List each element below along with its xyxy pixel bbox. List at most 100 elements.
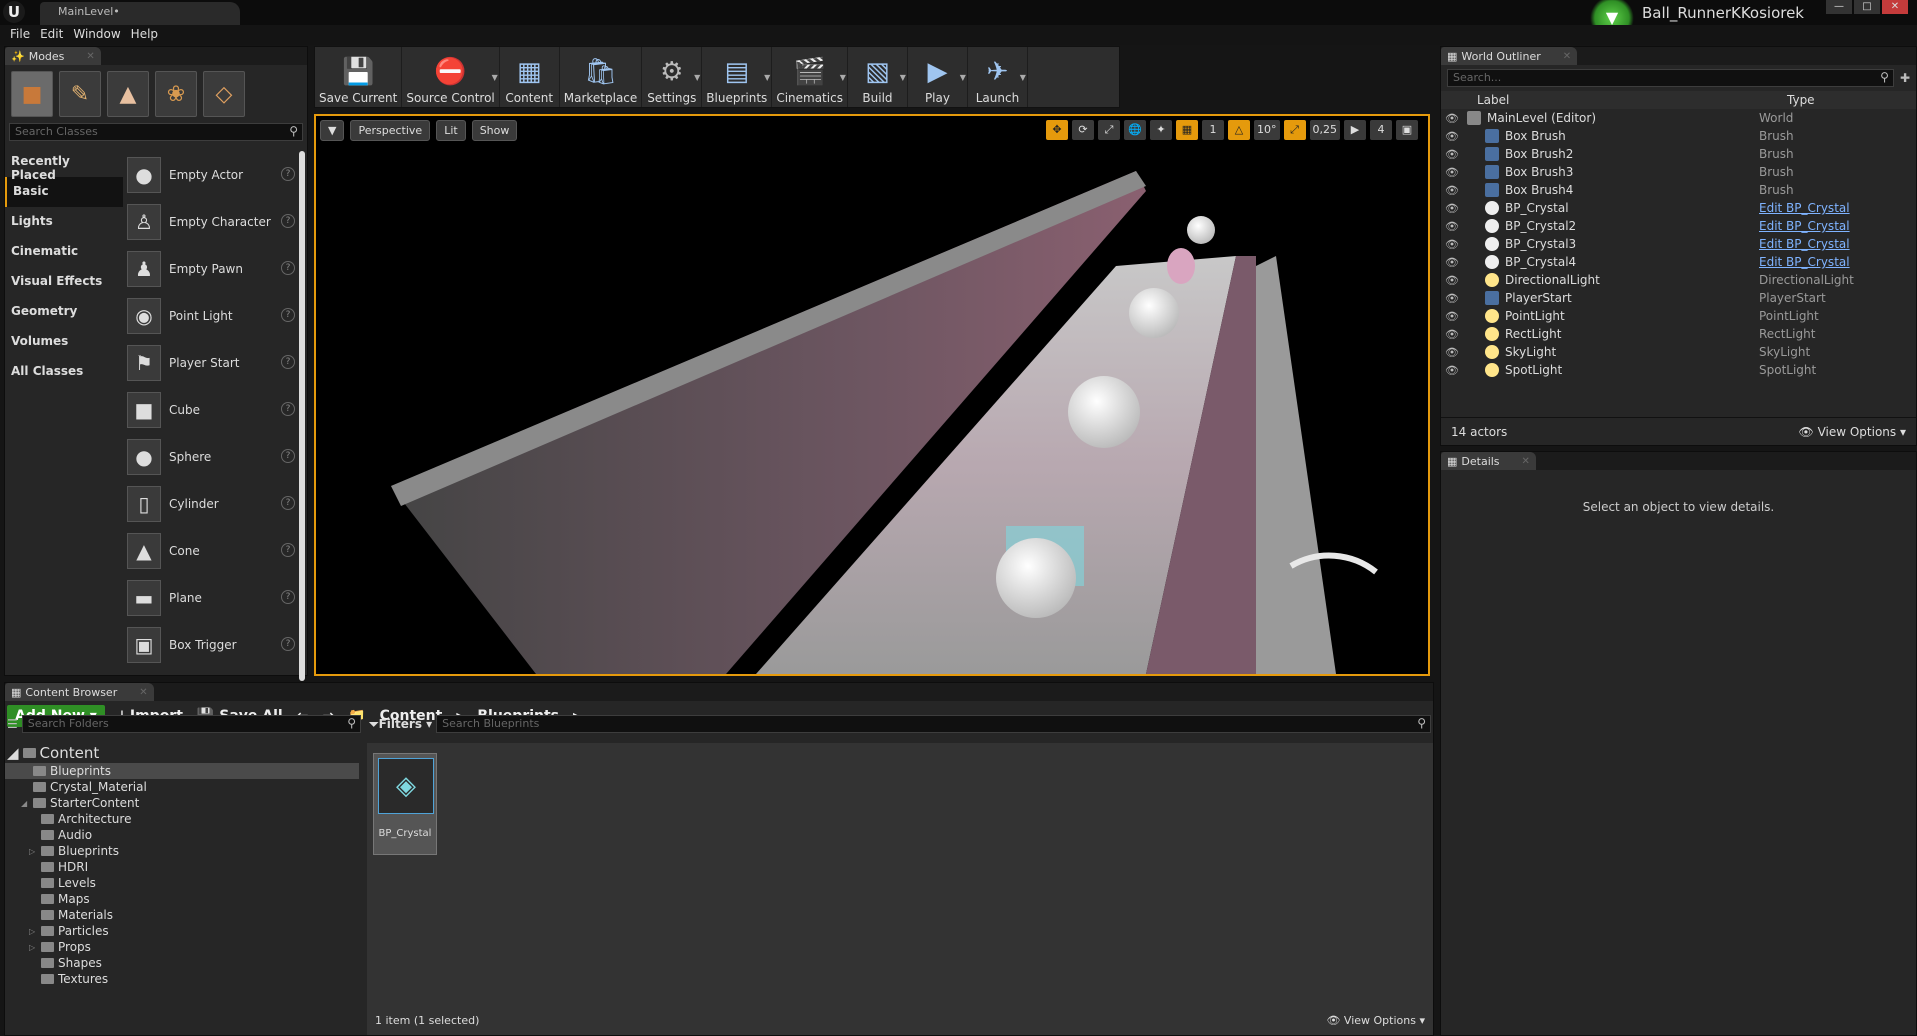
outliner-row[interactable]: 👁 SpotLight SpotLight xyxy=(1441,361,1916,379)
place-item-plane[interactable]: ▬ Plane? xyxy=(127,574,295,621)
visibility-eye-icon[interactable]: 👁 xyxy=(1441,166,1463,179)
folder-item[interactable]: Blueprints xyxy=(5,763,359,779)
visibility-eye-icon[interactable]: 👁 xyxy=(1441,184,1463,197)
outliner-row[interactable]: 👁 MainLevel (Editor) World xyxy=(1441,109,1916,127)
close-tab-icon[interactable]: ✕ xyxy=(86,51,94,62)
help-icon[interactable]: ? xyxy=(281,637,295,651)
maximize-viewport-icon[interactable]: ▣ xyxy=(1396,120,1418,140)
place-item-player-start[interactable]: ⚑ Player Start? xyxy=(127,339,295,386)
outliner-row[interactable]: 👁 BP_Crystal4 Edit BP_Crystal xyxy=(1441,253,1916,271)
visibility-eye-icon[interactable]: 👁 xyxy=(1441,220,1463,233)
outliner-search-input[interactable]: Search... ⚲ xyxy=(1447,69,1894,87)
place-item-box-trigger[interactable]: ▣ Box Trigger? xyxy=(127,621,295,668)
scale-snap-icon[interactable]: ⤢ xyxy=(1283,120,1306,140)
outliner-row[interactable]: 👁 Box Brush2 Brush xyxy=(1441,145,1916,163)
expander-icon[interactable]: ▷ xyxy=(29,927,37,936)
menu-edit[interactable]: Edit xyxy=(40,25,73,45)
category-lights[interactable]: Lights xyxy=(5,207,123,237)
visibility-eye-icon[interactable]: 👁 xyxy=(1441,112,1463,125)
crystal-ball-3[interactable] xyxy=(1129,288,1179,338)
place-item-cylinder[interactable]: ▯ Cylinder? xyxy=(127,480,295,527)
menu-window[interactable]: Window xyxy=(73,25,130,45)
content-button[interactable]: ▦ Content xyxy=(500,47,560,107)
category-geometry[interactable]: Geometry xyxy=(5,297,123,327)
visibility-eye-icon[interactable]: 👁 xyxy=(1441,292,1463,305)
build-button[interactable]: ▧ Build ▼ xyxy=(848,47,908,107)
folder-item[interactable]: Textures xyxy=(5,971,359,987)
outliner-row[interactable]: 👁 SkyLight SkyLight xyxy=(1441,343,1916,361)
place-item-cone[interactable]: ▲ Cone? xyxy=(127,527,295,574)
blueprints-button[interactable]: ▤ Blueprints ▼ xyxy=(702,47,773,107)
folder-item[interactable]: Shapes xyxy=(5,955,359,971)
chevron-down-icon[interactable]: ▼ xyxy=(960,73,966,82)
paint-mode-icon[interactable]: ✎ xyxy=(59,71,101,117)
outliner-row[interactable]: 👁 BP_Crystal Edit BP_Crystal xyxy=(1441,199,1916,217)
category-all-classes[interactable]: All Classes xyxy=(5,357,123,387)
folder-toggle-icon[interactable]: ☰ xyxy=(7,717,18,731)
settings-button[interactable]: ⚙ Settings ▼ xyxy=(642,47,703,107)
help-icon[interactable]: ? xyxy=(281,308,295,322)
close-tab-icon[interactable]: ✕ xyxy=(139,687,147,698)
camera-speed-icon[interactable]: ▶ xyxy=(1344,120,1366,140)
place-item-empty-pawn[interactable]: ♟ Empty Pawn? xyxy=(127,245,295,292)
minimize-button[interactable]: — xyxy=(1826,0,1852,14)
outliner-row[interactable]: 👁 Box Brush3 Brush xyxy=(1441,163,1916,181)
cinematics-button[interactable]: 🎬 Cinematics ▼ xyxy=(772,47,848,107)
help-icon[interactable]: ? xyxy=(281,355,295,369)
visibility-eye-icon[interactable]: 👁 xyxy=(1441,310,1463,323)
folder-item[interactable]: Crystal_Material xyxy=(5,779,359,795)
scale-tool-icon[interactable]: ⤢ xyxy=(1098,120,1120,140)
help-icon[interactable]: ? xyxy=(281,496,295,510)
help-icon[interactable]: ? xyxy=(281,590,295,604)
save-current-button[interactable]: 💾 Save Current xyxy=(315,47,403,107)
outliner-row[interactable]: 👁 Box Brush4 Brush xyxy=(1441,181,1916,199)
maximize-button[interactable]: □ xyxy=(1854,0,1880,14)
folder-item[interactable]: Materials xyxy=(5,907,359,923)
visibility-eye-icon[interactable]: 👁 xyxy=(1441,328,1463,341)
menu-file[interactable]: File xyxy=(10,25,40,45)
grid-snap-icon[interactable]: ▦ xyxy=(1176,120,1198,140)
outliner-row-type[interactable]: Edit BP_Crystal xyxy=(1759,201,1850,215)
chevron-down-icon[interactable]: ▼ xyxy=(694,73,700,82)
category-volumes[interactable]: Volumes xyxy=(5,327,123,357)
perspective-button[interactable]: Perspective xyxy=(350,119,431,141)
folder-search-input[interactable]: Search Folders ⚲ xyxy=(21,715,361,733)
landscape-mode-icon[interactable]: ▲ xyxy=(107,71,149,117)
tab-content-browser[interactable]: ▦ Content Browser ✕ xyxy=(5,683,154,701)
help-icon[interactable]: ? xyxy=(281,167,295,181)
outliner-row[interactable]: 👁 PointLight PointLight xyxy=(1441,307,1916,325)
chevron-down-icon[interactable]: ▼ xyxy=(840,73,846,82)
visibility-eye-icon[interactable]: 👁 xyxy=(1441,274,1463,287)
category-cinematic[interactable]: Cinematic xyxy=(5,237,123,267)
add-filter-icon[interactable]: ✚ xyxy=(1900,71,1910,85)
folder-item[interactable]: Levels xyxy=(5,875,359,891)
expander-icon[interactable]: ▷ xyxy=(29,847,37,856)
place-item-empty-character[interactable]: ♙ Empty Character? xyxy=(127,198,295,245)
tab-modes[interactable]: ✨ Modes ✕ xyxy=(5,47,101,65)
place-item-sphere[interactable]: ● Sphere? xyxy=(127,433,295,480)
scale-snap-value[interactable]: 0,25 xyxy=(1309,120,1340,140)
outliner-row[interactable]: 👁 DirectionalLight DirectionalLight xyxy=(1441,271,1916,289)
type-col-header[interactable]: Type xyxy=(1787,93,1815,107)
crystal-ball-1[interactable] xyxy=(996,538,1076,618)
filters-button[interactable]: ⏷Filters ▾ xyxy=(369,717,432,732)
expander-icon[interactable]: ◢ xyxy=(21,799,29,808)
chevron-down-icon[interactable]: ▼ xyxy=(492,73,498,82)
visibility-eye-icon[interactable]: 👁 xyxy=(1441,364,1463,377)
expander-icon[interactable]: ◢ xyxy=(7,744,19,762)
point-light-bulb-icon[interactable] xyxy=(1167,248,1195,284)
folder-root[interactable]: ◢ Content xyxy=(5,743,359,763)
launch-button[interactable]: ✈ Launch ▼ xyxy=(968,47,1028,107)
surface-snap-icon[interactable]: ✦ xyxy=(1150,120,1172,140)
rotation-snap-value[interactable]: 10° xyxy=(1254,120,1280,140)
folder-item[interactable]: ◢ StarterContent xyxy=(5,795,359,811)
camera-speed-value[interactable]: 4 xyxy=(1370,120,1392,140)
visibility-eye-icon[interactable]: 👁 xyxy=(1441,148,1463,161)
viewport-options-button[interactable]: ▼ xyxy=(320,119,345,141)
translate-tool-icon[interactable]: ✥ xyxy=(1046,120,1068,140)
outliner-row[interactable]: 👁 Box Brush Brush xyxy=(1441,127,1916,145)
placeable-scrollbar[interactable] xyxy=(299,151,305,681)
close-tab-icon[interactable]: ✕ xyxy=(1563,51,1571,62)
folder-item[interactable]: Maps xyxy=(5,891,359,907)
source-control-button[interactable]: ⛔ Source Control ▼ xyxy=(402,47,500,107)
